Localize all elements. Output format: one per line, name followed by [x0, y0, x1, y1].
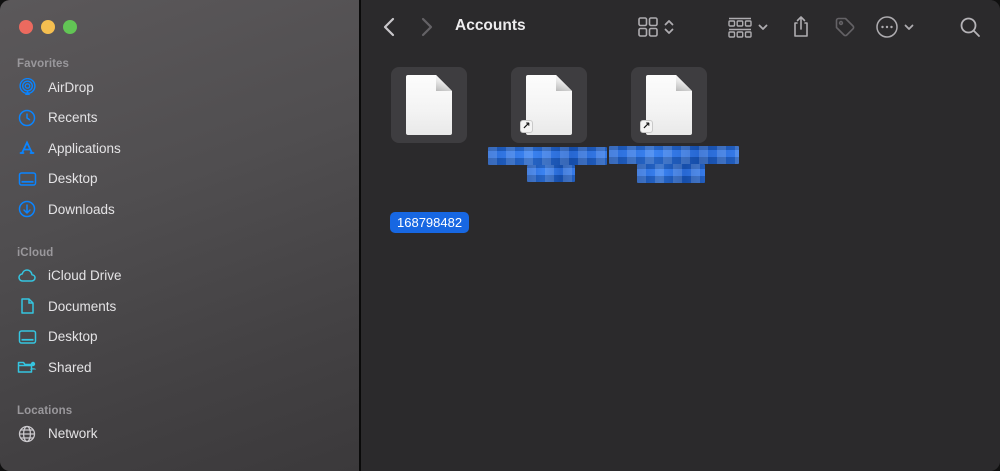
- grid-view-icon: [637, 16, 659, 38]
- forward-button[interactable]: [421, 13, 433, 41]
- close-button[interactable]: [19, 20, 33, 34]
- group-icon: [727, 16, 753, 38]
- main-area: Accounts 168798482 ↗ ↗: [361, 0, 1000, 471]
- sidebar-item-label: Applications: [48, 140, 121, 156]
- sidebar-item-network[interactable]: Network: [0, 419, 359, 450]
- cloud-icon: [16, 265, 38, 287]
- desktop-icon: [16, 168, 38, 190]
- redacted-filename-line2: [527, 165, 575, 182]
- applications-icon: [16, 137, 38, 159]
- airdrop-icon: [16, 76, 38, 98]
- sidebar-item-desktop[interactable]: Desktop: [0, 164, 359, 195]
- document-fold-corner: [676, 75, 692, 91]
- globe-icon: [16, 423, 38, 445]
- file-icon-selected-background: ↗: [631, 67, 707, 143]
- toolbar: Accounts: [361, 0, 1000, 54]
- back-button[interactable]: [383, 13, 395, 41]
- search-icon: [959, 16, 981, 38]
- share-button[interactable]: [791, 13, 811, 41]
- sidebar-item-icloud-drive[interactable]: iCloud Drive: [0, 261, 359, 292]
- file-label: 168798482: [390, 212, 470, 233]
- section-header-locations: Locations: [17, 404, 73, 417]
- sidebar-item-label: Network: [48, 426, 98, 442]
- desktop-icon: [16, 326, 38, 348]
- minimize-button[interactable]: [41, 20, 55, 34]
- sidebar-item-label: Desktop: [48, 329, 98, 345]
- sidebar-item-desktop-icloud[interactable]: Desktop: [0, 322, 359, 353]
- sidebar-item-downloads[interactable]: Downloads: [0, 194, 359, 225]
- downloads-icon: [16, 198, 38, 220]
- tag-button[interactable]: [834, 13, 856, 41]
- page-title: Accounts: [455, 17, 526, 34]
- section-header-icloud: iCloud: [17, 246, 54, 259]
- zoom-button[interactable]: [63, 20, 77, 34]
- sidebar-item-label: Downloads: [48, 201, 115, 217]
- up-down-chevron-icon: [664, 18, 674, 36]
- more-options-button[interactable]: [875, 13, 914, 41]
- section-header-favorites: Favorites: [17, 58, 70, 70]
- redacted-filename-line2: [637, 164, 705, 183]
- sidebar-item-label: AirDrop: [48, 79, 94, 95]
- sidebar: Favorites AirDrop Recents Applications D…: [0, 0, 359, 471]
- document-icon: [406, 75, 452, 135]
- group-button[interactable]: [727, 13, 768, 41]
- sidebar-item-airdrop[interactable]: AirDrop: [0, 72, 359, 103]
- sidebar-item-label: Shared: [48, 359, 92, 375]
- clock-icon: [16, 107, 38, 129]
- file-icon-selected-background: [391, 67, 467, 143]
- tag-icon: [834, 16, 856, 38]
- file-icon-selected-background: ↗: [511, 67, 587, 143]
- chevron-down-icon: [904, 24, 914, 31]
- view-mode-button[interactable]: [637, 13, 674, 41]
- sidebar-item-shared[interactable]: Shared: [0, 352, 359, 383]
- search-button[interactable]: [959, 13, 981, 41]
- finder-window: Favorites AirDrop Recents Applications D…: [0, 0, 1000, 471]
- chevron-down-icon: [758, 24, 768, 31]
- redacted-filename-line1: [609, 146, 739, 164]
- shared-folder-icon: [16, 356, 38, 378]
- document-icon: [16, 295, 38, 317]
- sidebar-item-label: iCloud Drive: [48, 268, 122, 284]
- sidebar-item-applications[interactable]: Applications: [0, 133, 359, 164]
- document-fold-corner: [436, 75, 452, 91]
- alias-arrow-icon: ↗: [640, 120, 653, 133]
- sidebar-item-label: Desktop: [48, 171, 98, 187]
- window-controls: [19, 20, 77, 34]
- redacted-filename-line1: [488, 147, 607, 165]
- sidebar-item-label: Recents: [48, 110, 98, 126]
- sidebar-item-documents[interactable]: Documents: [0, 291, 359, 322]
- sidebar-item-recents[interactable]: Recents: [0, 103, 359, 134]
- document-fold-corner: [556, 75, 572, 91]
- share-icon: [791, 15, 811, 39]
- alias-arrow-icon: ↗: [520, 120, 533, 133]
- sidebar-item-label: Documents: [48, 298, 117, 314]
- ellipsis-circle-icon: [875, 15, 899, 39]
